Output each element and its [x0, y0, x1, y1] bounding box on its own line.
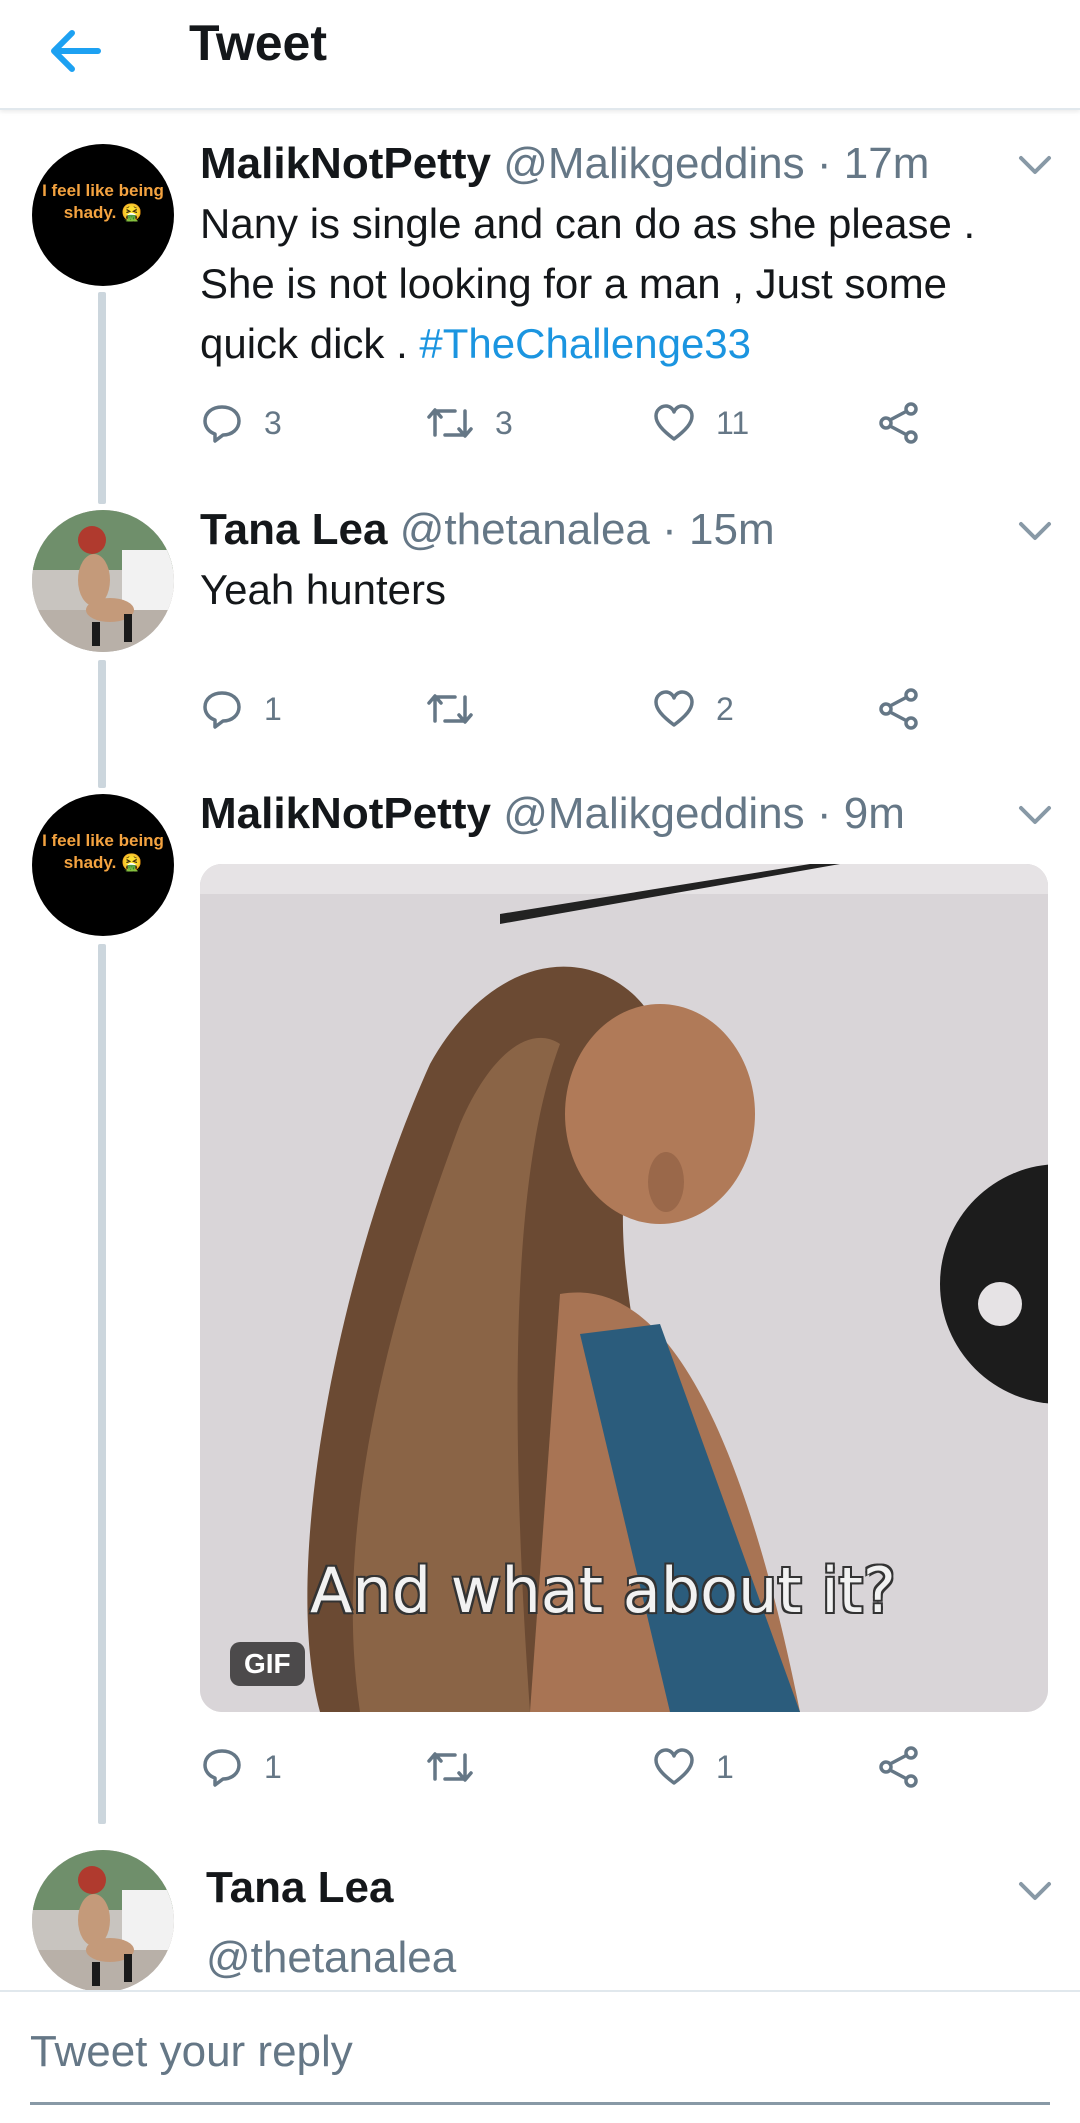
like-count: 2 [716, 690, 734, 727]
like-count: 1 [716, 1748, 734, 1785]
share-button[interactable] [877, 398, 921, 448]
gif-badge: GIF [230, 1642, 305, 1686]
retweet-button[interactable]: 3 [425, 398, 513, 448]
tweet-actions: 1 2 [200, 684, 940, 734]
retweet-count: 3 [495, 404, 513, 441]
gif-media[interactable]: And what about it? GIF [200, 864, 1048, 1712]
tweet-menu-button[interactable] [1015, 800, 1055, 830]
avatar[interactable] [32, 510, 174, 652]
share-icon [879, 1746, 918, 1788]
reply-input-underline [30, 2102, 1050, 2105]
share-icon [879, 688, 918, 730]
tweet-menu-button[interactable] [1015, 516, 1055, 546]
top-bar: Tweet [0, 0, 1080, 110]
back-button[interactable] [40, 14, 110, 84]
tweet-text: Yeah hunters [200, 566, 446, 613]
reply-icon [203, 405, 241, 443]
avatar[interactable]: I feel like being shady. 🤮 [32, 144, 174, 286]
arrow-left-icon [51, 30, 101, 72]
heart-icon [654, 690, 694, 727]
share-icon [879, 402, 918, 444]
thread-line [98, 944, 106, 1824]
like-button[interactable]: 1 [652, 1742, 734, 1792]
avatar-caption: I feel like being shady. 🤮 [42, 181, 164, 222]
retweet-button[interactable] [425, 1742, 495, 1792]
like-button[interactable]: 2 [652, 684, 734, 734]
profile-photo [32, 1850, 174, 1992]
retweet-icon [427, 694, 473, 724]
tweet-header: MalikNotPetty @Malikgeddins · 17m [200, 135, 929, 193]
thread-line [98, 292, 106, 504]
thread-line [98, 660, 106, 788]
display-name[interactable]: Tana Lea [206, 1860, 393, 1916]
like-button[interactable]: 11 [652, 398, 749, 448]
tweet-menu-button[interactable] [1015, 1876, 1055, 1906]
reply-input[interactable] [30, 2012, 1050, 2092]
reply-count: 1 [264, 1748, 282, 1785]
avatar[interactable]: I feel like being shady. 🤮 [32, 794, 174, 936]
reply-button[interactable]: 1 [200, 684, 282, 734]
chevron-down-icon [1019, 1882, 1051, 1900]
like-count: 11 [716, 404, 750, 441]
reply-count: 3 [264, 404, 282, 441]
reply-icon [203, 1749, 241, 1787]
retweet-icon [427, 408, 473, 438]
reply-icon [203, 691, 241, 729]
page-title: Tweet [189, 15, 327, 71]
display-name[interactable]: Tana Lea [200, 505, 387, 554]
tweet-actions: 1 1 [200, 1742, 940, 1792]
heart-icon [654, 1748, 694, 1785]
reply-button[interactable]: 3 [200, 398, 282, 448]
tweet-header: MalikNotPetty @Malikgeddins · 9m [200, 785, 905, 843]
avatar[interactable] [32, 1850, 174, 1992]
tweet-text: Nany is single and can do as she please … [200, 194, 1050, 374]
gif-caption: And what about it? [310, 1554, 896, 1627]
tweet-menu-button[interactable] [1015, 150, 1055, 180]
share-button[interactable] [877, 1742, 921, 1792]
handle-and-time: @Malikgeddins · 9m [503, 789, 905, 838]
retweet-icon [427, 1752, 473, 1782]
reply-button[interactable]: 1 [200, 1742, 282, 1792]
user-handle: @thetanalea [206, 1933, 457, 1982]
display-name[interactable]: MalikNotPetty [200, 789, 491, 838]
handle-and-time: @thetanalea · 15m [399, 505, 775, 554]
retweet-button[interactable] [425, 684, 495, 734]
chevron-down-icon [1019, 522, 1051, 540]
hashtag-link[interactable]: #TheChallenge33 [419, 320, 751, 367]
reply-count: 1 [264, 690, 282, 727]
handle-and-time: @Malikgeddins · 17m [503, 139, 930, 188]
chevron-down-icon [1019, 806, 1051, 824]
heart-icon [654, 404, 694, 441]
tweet-header: Tana Lea @thetanalea · 15m [200, 501, 775, 559]
avatar-caption: I feel like being shady. 🤮 [42, 831, 164, 872]
profile-photo [32, 510, 174, 652]
tweet-actions: 3 3 11 [200, 398, 940, 448]
reply-composer [0, 1990, 1080, 2123]
display-name[interactable]: MalikNotPetty [200, 139, 491, 188]
share-button[interactable] [877, 684, 921, 734]
chevron-down-icon [1019, 156, 1051, 174]
